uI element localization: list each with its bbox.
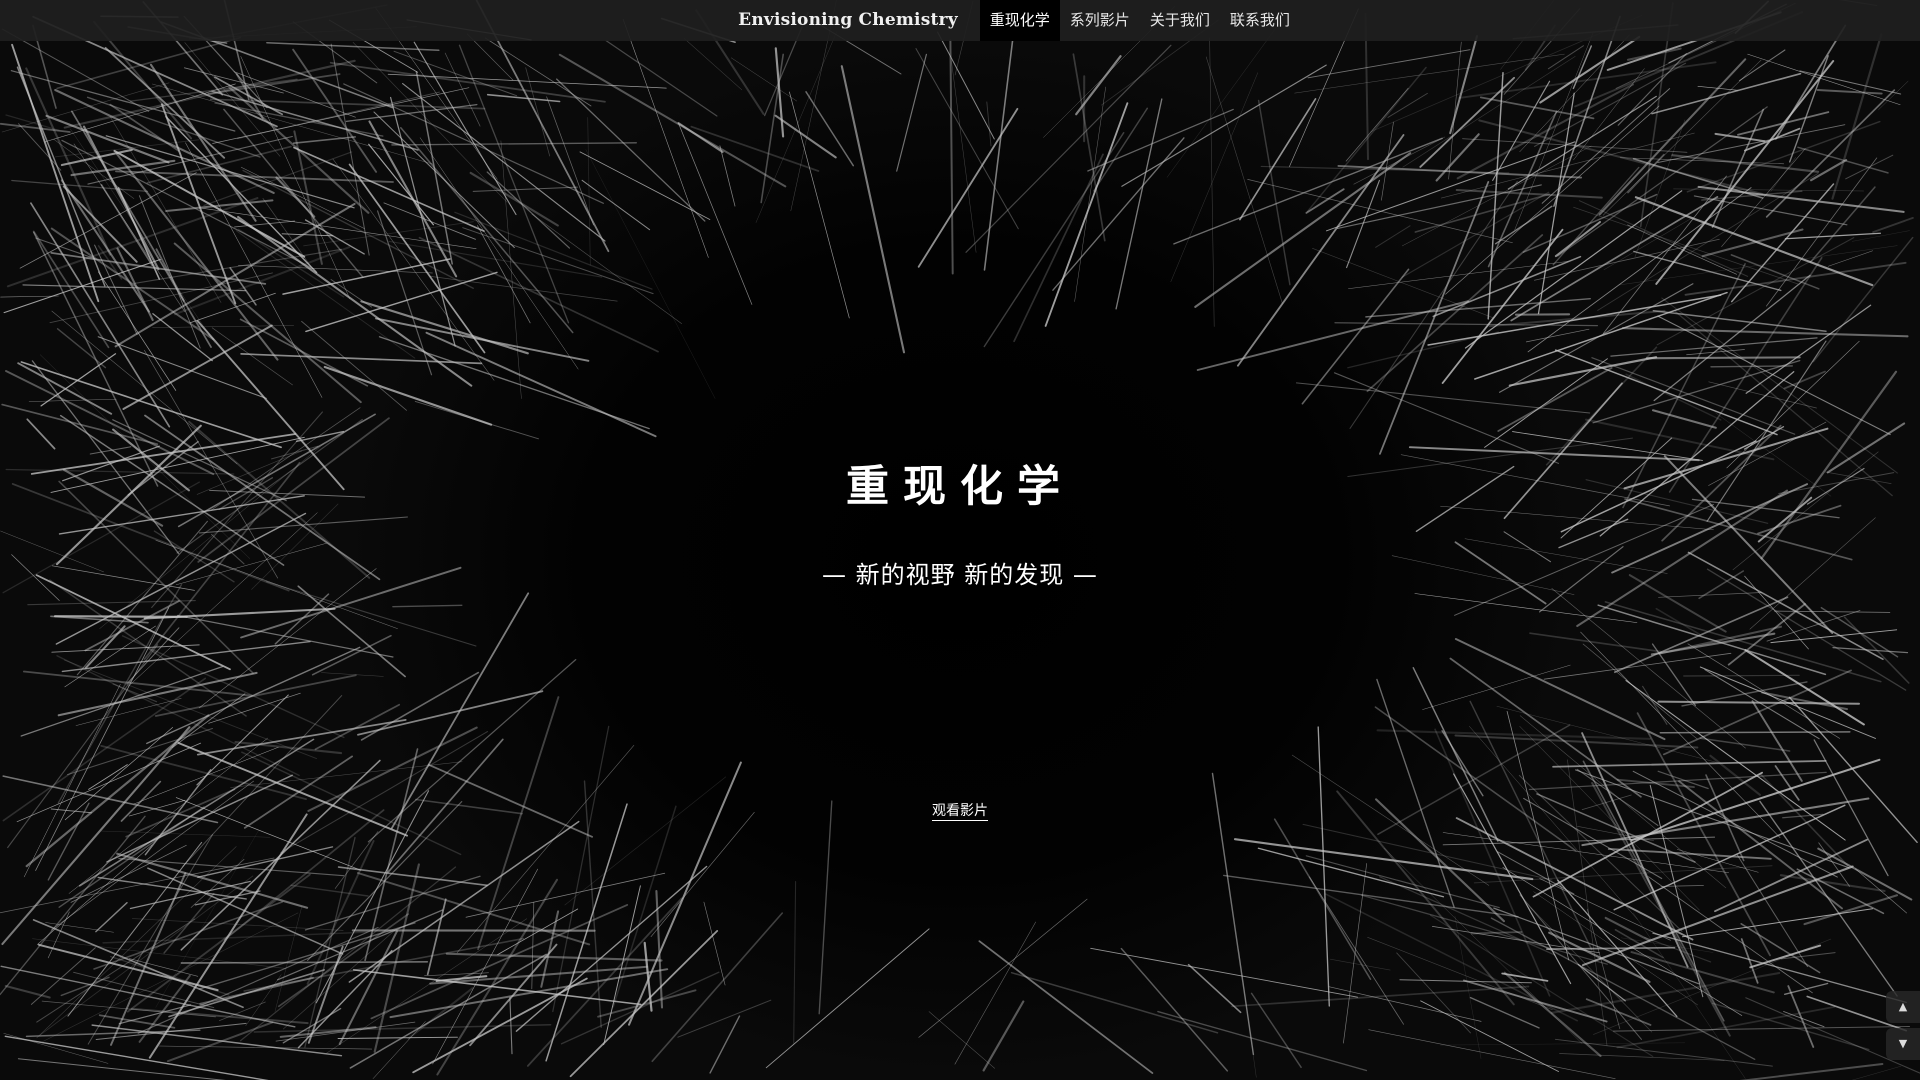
- top-navbar: Envisioning Chemistry 重现化学 系列影片 关于我们 联系我…: [0, 0, 1920, 41]
- nav-item-home[interactable]: 重现化学: [979, 0, 1060, 41]
- crystal-background-image: [0, 0, 1920, 1080]
- watch-video-link-wrapper: 观看影片: [0, 800, 1920, 821]
- triangle-up-icon: ▲: [1898, 1000, 1908, 1013]
- watch-video-link[interactable]: 观看影片: [932, 803, 988, 821]
- scroll-up-button[interactable]: ▲: [1886, 991, 1920, 1023]
- nav-item-series[interactable]: 系列影片: [1060, 0, 1140, 41]
- page: Envisioning Chemistry 重现化学 系列影片 关于我们 联系我…: [0, 0, 1920, 1080]
- triangle-down-icon: ▼: [1898, 1037, 1908, 1050]
- hero-title: 重现化学: [846, 462, 1074, 512]
- hero-subtitle: — 新的视野 新的发现 —: [822, 561, 1098, 589]
- scroll-down-button[interactable]: ▼: [1886, 1028, 1920, 1060]
- nav-item-about[interactable]: 关于我们: [1140, 0, 1220, 41]
- brand-logo[interactable]: Envisioning Chemistry: [738, 0, 980, 41]
- nav-item-contact[interactable]: 联系我们: [1220, 0, 1300, 41]
